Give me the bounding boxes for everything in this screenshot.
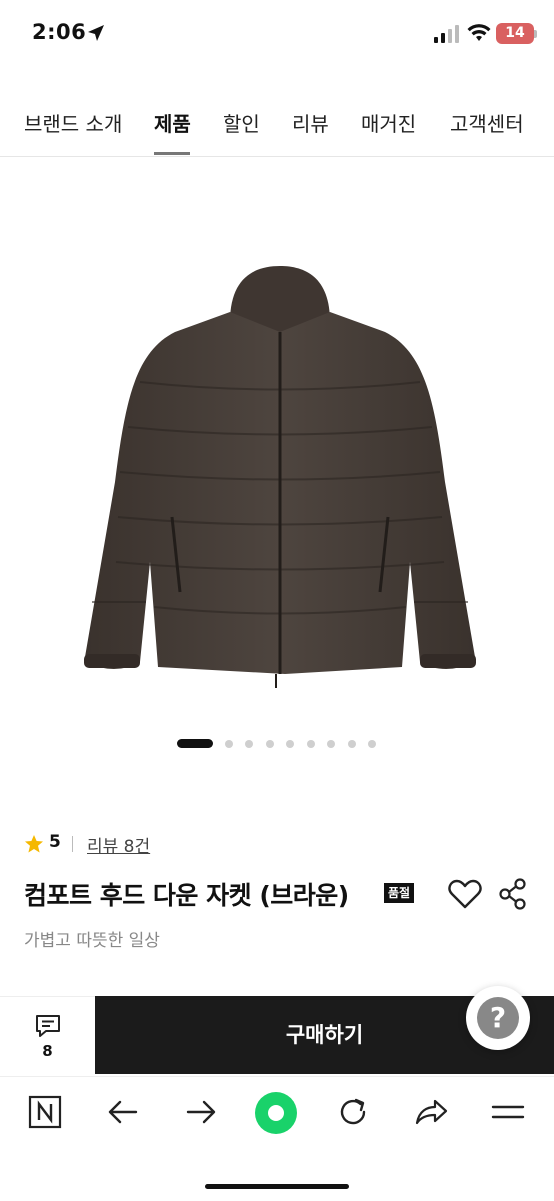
pager-dot[interactable]	[368, 740, 376, 748]
back-arrow-icon[interactable]	[106, 1095, 140, 1129]
menu-icon[interactable]	[490, 1095, 526, 1129]
nav-item-brand[interactable]: 브랜드 소개	[24, 108, 122, 137]
pager-dot[interactable]	[286, 740, 294, 748]
help-icon[interactable]: ?	[477, 997, 519, 1039]
heart-icon[interactable]	[448, 878, 482, 910]
status-time: 2:06	[32, 20, 87, 44]
help-button[interactable]: ?	[466, 986, 530, 1050]
divider	[72, 836, 73, 852]
nav-item-reviews[interactable]: 리뷰	[292, 108, 329, 137]
forward-arrow-icon[interactable]	[184, 1095, 218, 1129]
review-count-link[interactable]: 리뷰 8건	[87, 832, 150, 857]
comment-count: 8	[42, 1042, 53, 1060]
pager-dot[interactable]	[307, 740, 315, 748]
pager-dot[interactable]	[225, 740, 233, 748]
share-icon[interactable]	[498, 878, 528, 910]
pager-dot[interactable]	[266, 740, 274, 748]
browser-toolbar	[0, 1076, 554, 1201]
product-subtitle: 가볍고 따뜻한 일상	[24, 931, 160, 951]
nav-item-magazine[interactable]: 매거진	[361, 108, 416, 137]
star-icon	[25, 835, 43, 853]
product-image[interactable]	[80, 262, 480, 692]
product-title: 컴포트 후드 다운 자켓 (브라운)	[24, 881, 349, 910]
pager-dot-active[interactable]	[177, 739, 213, 748]
pager-dot[interactable]	[348, 740, 356, 748]
image-pager[interactable]	[177, 739, 407, 749]
nav-item-sale[interactable]: 할인	[223, 108, 260, 137]
signal-icon	[434, 25, 459, 43]
share-arrow-icon[interactable]	[413, 1095, 449, 1129]
wifi-icon	[467, 24, 491, 41]
soldout-badge: 품절	[384, 883, 415, 903]
nav-active-underline	[154, 152, 190, 155]
location-arrow-icon	[88, 25, 104, 41]
nav-item-support[interactable]: 고객센터	[450, 108, 524, 137]
comment-icon[interactable]	[34, 1013, 62, 1039]
rating-value: 5	[49, 832, 61, 852]
naver-n-icon[interactable]	[28, 1095, 62, 1129]
top-nav: 브랜드 소개 제품 할인 리뷰 매거진 고객센터	[0, 104, 554, 157]
green-home-icon[interactable]	[254, 1091, 298, 1135]
battery-icon: 14	[496, 23, 534, 44]
pager-dot[interactable]	[245, 740, 253, 748]
battery-cap	[534, 30, 537, 38]
nav-item-products[interactable]: 제품	[154, 108, 191, 137]
home-indicator	[205, 1184, 349, 1189]
pager-dot[interactable]	[327, 740, 335, 748]
refresh-icon[interactable]	[336, 1095, 370, 1129]
